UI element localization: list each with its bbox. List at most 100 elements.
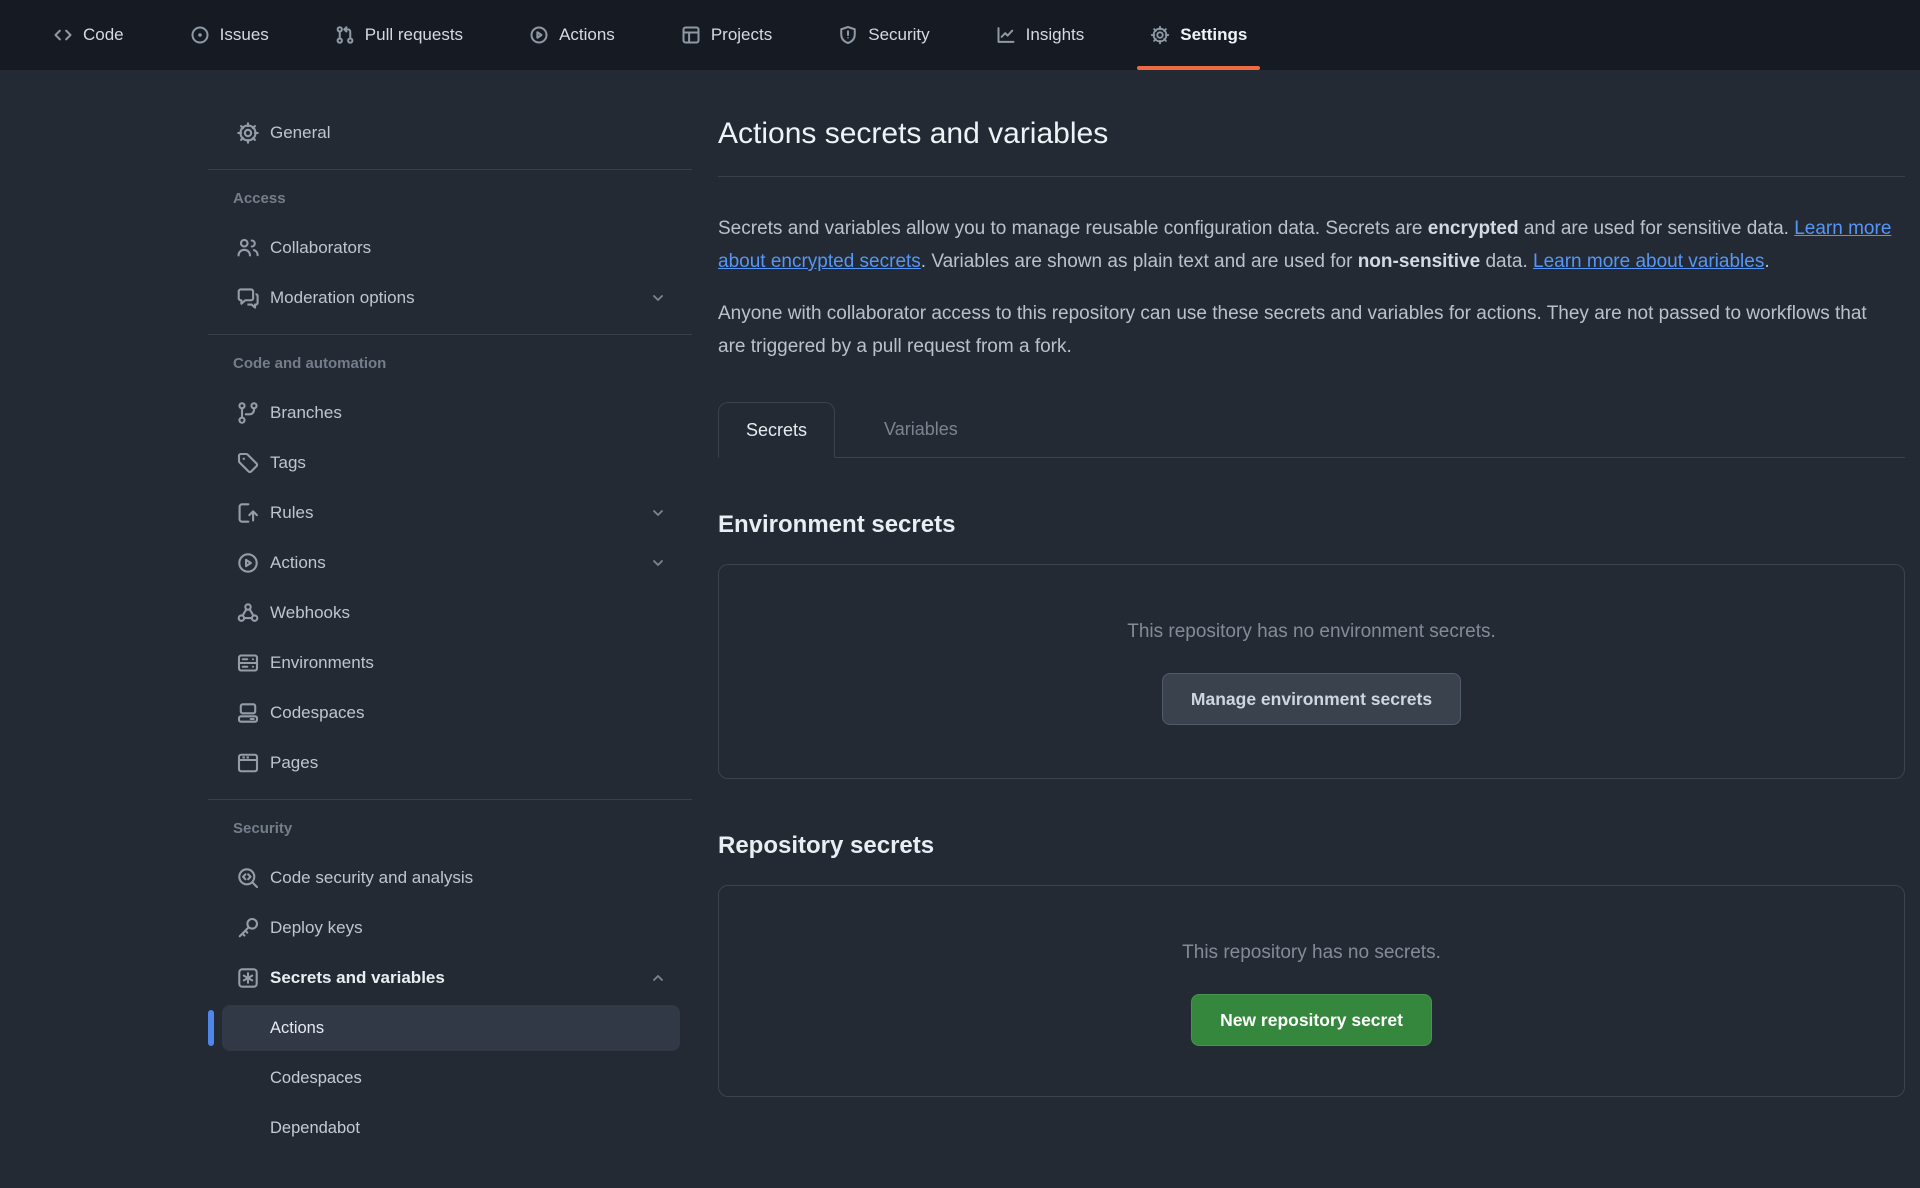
sidebar-divider	[208, 169, 692, 170]
page-title: Actions secrets and variables	[718, 112, 1905, 156]
tab-label: Issues	[220, 25, 269, 45]
chevron-down-icon	[650, 290, 666, 306]
sidebar-item-label: General	[270, 123, 666, 143]
play-circle-icon	[236, 551, 260, 575]
tab-label: Projects	[711, 25, 772, 45]
rules-icon	[236, 501, 260, 525]
collaborator-access-paragraph: Anyone with collaborator access to this …	[718, 297, 1893, 363]
sidebar-item-codespaces[interactable]: Codespaces	[208, 688, 692, 738]
sidebar-item-general[interactable]: General	[208, 108, 692, 158]
empty-state-message: This repository has no environment secre…	[1127, 621, 1496, 643]
tab-variables[interactable]: Variables	[857, 402, 985, 457]
key-asterisk-icon	[236, 966, 260, 990]
chevron-up-icon	[650, 970, 666, 986]
repository-secrets-heading: Repository secrets	[718, 831, 1905, 861]
sidebar-item-secrets-and-variables[interactable]: Secrets and variables	[208, 953, 692, 1003]
tab-settings[interactable]: Settings	[1135, 0, 1262, 70]
comment-discussion-icon	[236, 286, 260, 310]
sidebar-divider	[208, 799, 692, 800]
sidebar-item-environments[interactable]: Environments	[208, 638, 692, 688]
tab-security[interactable]: Security	[823, 0, 944, 70]
people-icon	[236, 236, 260, 260]
text-run: . Variables are shown as plain text and …	[921, 251, 1358, 272]
text-run: and are used for sensitive data.	[1519, 218, 1795, 239]
settings-sidebar: General Access Collaborators Moderation …	[208, 70, 692, 1153]
sidebar-item-label: Webhooks	[270, 603, 666, 623]
tab-label: Security	[868, 25, 929, 45]
sidebar-item-webhooks[interactable]: Webhooks	[208, 588, 692, 638]
environment-secrets-empty-state: This repository has no environment secre…	[718, 564, 1905, 779]
codespaces-icon	[236, 701, 260, 725]
tab-actions[interactable]: Actions	[514, 0, 630, 70]
tab-label: Actions	[559, 25, 615, 45]
sidebar-item-label: Environments	[270, 653, 666, 673]
tab-label: Code	[83, 25, 124, 45]
tab-code[interactable]: Code	[38, 0, 139, 70]
key-icon	[236, 916, 260, 940]
tag-icon	[236, 451, 260, 475]
sidebar-item-label: Deploy keys	[270, 918, 666, 938]
play-circle-icon	[529, 25, 549, 45]
tab-secrets[interactable]: Secrets	[718, 402, 835, 458]
sidebar-item-pages[interactable]: Pages	[208, 738, 692, 788]
tab-insights[interactable]: Insights	[981, 0, 1100, 70]
webhook-icon	[236, 601, 260, 625]
server-icon	[236, 651, 260, 675]
sidebar-item-code-security[interactable]: Code security and analysis	[208, 853, 692, 903]
sidebar-item-deploy-keys[interactable]: Deploy keys	[208, 903, 692, 953]
tab-issues[interactable]: Issues	[175, 0, 284, 70]
tab-pull-requests[interactable]: Pull requests	[320, 0, 478, 70]
sidebar-divider	[208, 334, 692, 335]
sidebar-subitem-codespaces[interactable]: Codespaces	[208, 1053, 692, 1103]
sidebar-item-label: Secrets and variables	[270, 968, 640, 988]
sidebar-subitem-dependabot[interactable]: Dependabot	[208, 1103, 692, 1153]
table-icon	[681, 25, 701, 45]
shield-icon	[838, 25, 858, 45]
browser-icon	[236, 751, 260, 775]
inline-link[interactable]: Learn more about variables	[1533, 251, 1764, 272]
new-repository-secret-button[interactable]: New repository secret	[1191, 994, 1432, 1046]
sidebar-group-security: Security	[208, 814, 692, 842]
code-scan-icon	[236, 866, 260, 890]
sidebar-item-label: Actions	[270, 553, 640, 573]
chevron-down-icon	[650, 555, 666, 571]
repository-secrets-empty-state: This repository has no secrets. New repo…	[718, 885, 1905, 1097]
title-divider	[718, 176, 1905, 177]
sidebar-item-label: Rules	[270, 503, 640, 523]
sidebar-item-branches[interactable]: Branches	[208, 388, 692, 438]
tab-projects[interactable]: Projects	[666, 0, 787, 70]
sidebar-subitem-label: Dependabot	[208, 1119, 360, 1138]
sidebar-item-rules[interactable]: Rules	[208, 488, 692, 538]
secrets-variables-tabnav: Secrets Variables	[718, 402, 1905, 458]
text-run: Secrets and variables allow you to manag…	[718, 218, 1428, 239]
sidebar-item-label: Tags	[270, 453, 666, 473]
bold-text: non-sensitive	[1358, 251, 1480, 272]
gear-icon	[236, 121, 260, 145]
sidebar-item-tags[interactable]: Tags	[208, 438, 692, 488]
sidebar-item-label: Codespaces	[270, 703, 666, 723]
sidebar-item-moderation-options[interactable]: Moderation options	[208, 273, 692, 323]
sidebar-subitem-label: Actions	[208, 1019, 324, 1038]
gear-icon	[1150, 25, 1170, 45]
text-run: data.	[1480, 251, 1533, 272]
empty-state-message: This repository has no secrets.	[1182, 942, 1441, 964]
git-branch-icon	[236, 401, 260, 425]
tab-label: Variables	[884, 419, 958, 440]
sidebar-item-label: Collaborators	[270, 238, 666, 258]
graph-icon	[996, 25, 1016, 45]
repo-tab-bar: Code Issues Pull requests Actions Projec…	[0, 0, 1920, 70]
sidebar-item-actions[interactable]: Actions	[208, 538, 692, 588]
code-icon	[53, 25, 73, 45]
issue-opened-icon	[190, 25, 210, 45]
sidebar-subitem-label: Codespaces	[208, 1069, 362, 1088]
sidebar-subitem-actions[interactable]: Actions	[208, 1003, 692, 1053]
sidebar-group-access: Access	[208, 184, 692, 212]
tab-label: Insights	[1026, 25, 1085, 45]
manage-environment-secrets-button[interactable]: Manage environment secrets	[1162, 673, 1461, 725]
sidebar-item-collaborators[interactable]: Collaborators	[208, 223, 692, 273]
bold-text: encrypted	[1428, 218, 1519, 239]
intro-paragraph: Secrets and variables allow you to manag…	[718, 212, 1893, 278]
environment-secrets-heading: Environment secrets	[718, 510, 1905, 540]
sidebar-group-code-and-automation: Code and automation	[208, 349, 692, 377]
text-run: .	[1764, 251, 1769, 272]
